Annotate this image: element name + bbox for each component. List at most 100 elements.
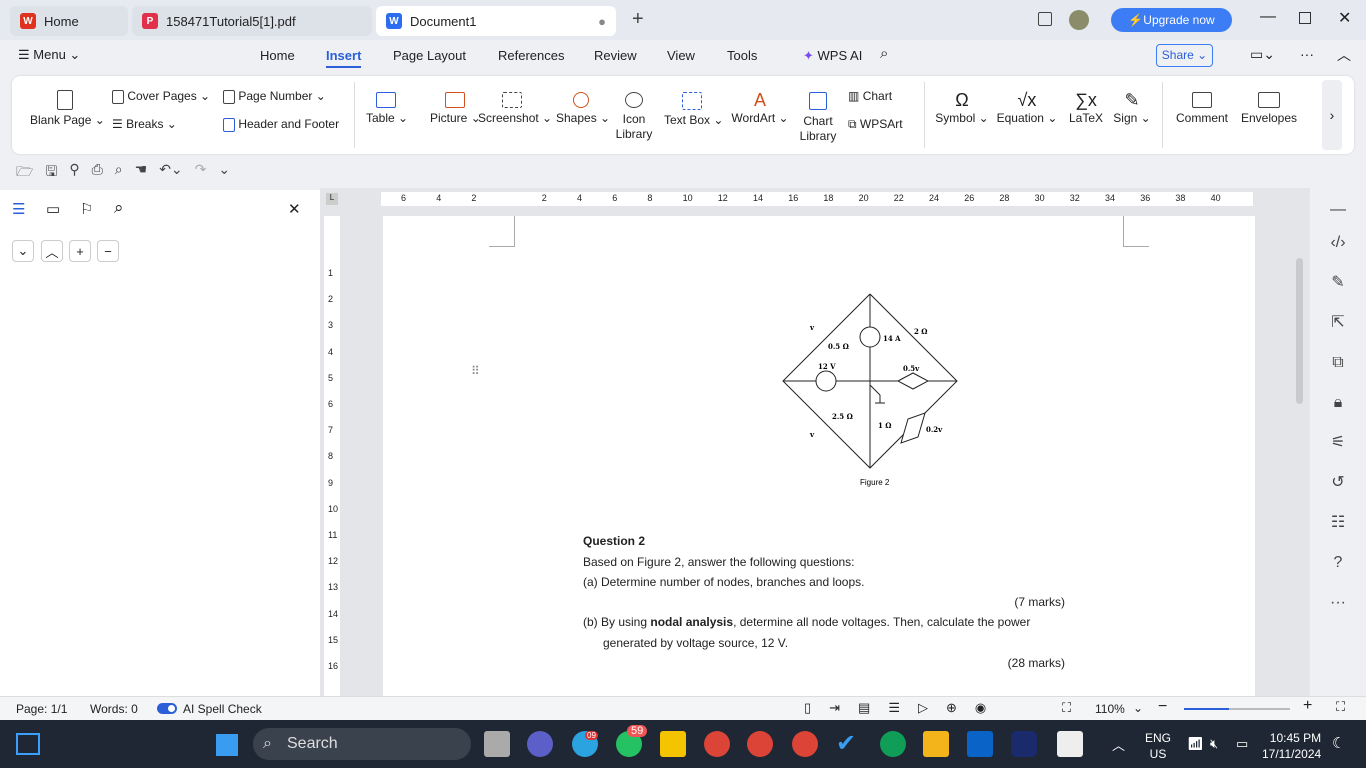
chrome-icon[interactable] — [747, 731, 773, 757]
maximize-button[interactable] — [1299, 12, 1311, 24]
tab-review[interactable]: Review — [594, 48, 637, 63]
copy-icon[interactable]: ⧉ — [1328, 353, 1348, 373]
table-button[interactable]: Table ⌄ — [366, 92, 408, 125]
close-pane-icon[interactable]: ✕ — [288, 200, 301, 218]
search-icon[interactable]: ⌕ — [880, 45, 888, 62]
tab-references[interactable]: References — [498, 48, 564, 63]
collapse-ribbon-icon[interactable]: ︿ — [1337, 45, 1351, 65]
hand-icon[interactable]: ☚ — [135, 161, 148, 183]
ai-spell-check-toggle[interactable] — [157, 703, 177, 714]
outlook-icon[interactable] — [967, 731, 993, 757]
tab-document1[interactable]: W Document1 ● — [376, 6, 616, 36]
bookmark-icon[interactable]: ⚐ — [80, 200, 93, 218]
picture-button[interactable]: Picture ⌄ — [430, 92, 481, 125]
latex-button[interactable]: ∑x LaTeX — [1066, 90, 1106, 125]
expand-down-button[interactable]: ⌄ — [12, 240, 34, 262]
open-icon[interactable]: 🗁 — [16, 161, 33, 183]
print-icon[interactable]: ⎙ — [92, 161, 103, 183]
collapse-icon[interactable]: — — [1328, 200, 1348, 220]
chart-button[interactable]: ▥ Chart — [848, 89, 892, 103]
vertical-scrollbar[interactable] — [1296, 258, 1303, 404]
zoom-level[interactable]: 110% — [1095, 702, 1125, 716]
focus-moon-icon[interactable]: ☾ — [1332, 734, 1345, 752]
clock[interactable]: 10:45 PM 17/11/2024 — [1262, 730, 1321, 762]
tab-pdf[interactable]: P 158471Tutorial5[1].pdf — [132, 6, 372, 36]
tab-view[interactable]: View — [667, 48, 695, 63]
chrome-icon[interactable] — [880, 731, 906, 757]
code-icon[interactable]: ‹/› — [1328, 233, 1348, 253]
page-number-button[interactable]: Page Number ⌄ — [223, 89, 326, 104]
avatar[interactable] — [1069, 10, 1089, 30]
new-tab-button[interactable]: + — [632, 8, 644, 31]
cover-pages-button[interactable]: Cover Pages ⌄ — [112, 89, 210, 104]
tab-tools[interactable]: Tools — [727, 48, 757, 63]
fit-icon[interactable]: ⛶ — [1062, 700, 1071, 716]
minimize-button[interactable]: — — [1260, 8, 1276, 26]
chart-library-button[interactable]: Chart Library — [798, 92, 838, 144]
wps-writer-taskbar-icon[interactable] — [1057, 731, 1083, 757]
chrome-icon[interactable] — [792, 731, 818, 757]
customize-icon[interactable]: ⌄ — [218, 161, 230, 183]
comment-menu-icon[interactable]: ▭⌄ — [1250, 46, 1275, 63]
icon-library-button[interactable]: Icon Library — [614, 92, 654, 142]
zoom-dropdown-icon[interactable]: ⌄ — [1133, 701, 1143, 715]
widgets-icon[interactable] — [16, 733, 40, 755]
outline-icon[interactable]: ☰ — [12, 200, 25, 218]
chrome-icon[interactable] — [704, 731, 730, 757]
header-footer-button[interactable]: Header and Footer — [223, 117, 339, 132]
wps-ai-button[interactable]: ✦ WPS AI — [803, 48, 862, 64]
more-icon[interactable]: ··· — [1300, 46, 1314, 62]
taskbar-search[interactable]: ⌕ Search — [253, 728, 471, 760]
battery-icon[interactable]: ▭ — [1236, 736, 1248, 752]
vertical-ruler[interactable]: 1 2 3 4 5 6 7 8 9 10 11 12 13 14 15 16 — [324, 216, 340, 696]
tab-page-layout[interactable]: Page Layout — [393, 48, 466, 63]
search-icon[interactable]: ⌕ — [114, 198, 124, 218]
zoom-out-button[interactable]: − — [1158, 698, 1167, 716]
task-view-icon[interactable] — [484, 731, 510, 757]
meet-icon[interactable] — [527, 731, 553, 757]
file-explorer-icon[interactable] — [923, 731, 949, 757]
screenshot-button[interactable]: Screenshot ⌄ — [478, 92, 552, 125]
edit-icon[interactable]: ✎ — [1328, 273, 1348, 293]
horizontal-ruler[interactable]: 6 4 2 2 4 6 8 10 12 14 16 18 20 22 24 26 28 30 32 34 36 38 40 — [381, 192, 1253, 206]
add-heading-button[interactable]: + — [69, 240, 91, 262]
volume-muted-icon[interactable]: 🔇︎ — [1210, 736, 1218, 752]
show-hidden-icons[interactable]: ︿ — [1112, 735, 1125, 754]
pages-icon[interactable]: ▭ — [46, 200, 60, 218]
zoom-slider[interactable] — [1184, 708, 1290, 710]
equation-button[interactable]: √x Equation ⌄ — [996, 90, 1058, 125]
more-icon[interactable]: ··· — [1328, 593, 1348, 613]
fullscreen-icon[interactable]: ⛶ — [1336, 699, 1345, 715]
window-switch-icon[interactable] — [1038, 12, 1052, 26]
zoom-in-button[interactable]: + — [1303, 697, 1312, 715]
link-icon[interactable]: ⚲ — [69, 161, 79, 183]
share-button[interactable]: Share ⌄ — [1156, 44, 1213, 67]
help-icon[interactable]: ? — [1328, 553, 1348, 573]
windows-start-icon[interactable] — [216, 734, 238, 756]
blank-page-button[interactable]: Blank Page ⌄ — [30, 90, 105, 127]
tab-insert[interactable]: Insert — [326, 48, 362, 68]
remove-heading-button[interactable]: − — [97, 240, 119, 262]
wps-taskbar-icon[interactable] — [1011, 731, 1037, 757]
print-preview-icon[interactable]: ⌕ — [115, 161, 123, 183]
lock-icon[interactable]: 🔒︎ — [1328, 393, 1348, 413]
tab-home[interactable]: W Home — [10, 6, 128, 36]
breaks-button[interactable]: ☰ Breaks ⌄ — [112, 117, 177, 131]
tab-stop-selector[interactable]: L — [326, 193, 338, 205]
drag-handle-icon[interactable]: ⠿ — [471, 364, 480, 378]
view-mode-icons[interactable]: ▯⇥▤☰▷⊕◉ — [804, 700, 1004, 716]
menu-button[interactable]: ☰ Menu ⌄ — [18, 47, 80, 63]
outline-list-icon[interactable]: ☷ — [1328, 513, 1348, 533]
collapse-up-button[interactable]: ︿ — [41, 240, 63, 262]
shapes-button[interactable]: Shapes ⌄ — [556, 92, 610, 125]
comment-button[interactable]: Comment — [1172, 92, 1232, 125]
wordart-button[interactable]: A WordArt ⌄ — [730, 90, 790, 125]
todo-icon[interactable]: ✔ — [836, 731, 862, 757]
close-button[interactable]: ✕ — [1338, 8, 1351, 28]
undo-icon[interactable]: ↶⌄ — [159, 161, 182, 183]
redo-icon[interactable]: ↷ — [195, 161, 207, 183]
history-icon[interactable]: ↺ — [1328, 473, 1348, 493]
sign-button[interactable]: ✎ Sign ⌄ — [1112, 90, 1152, 125]
text-box-button[interactable]: Text Box ⌄ — [664, 92, 723, 127]
symbol-button[interactable]: Ω Symbol ⌄ — [934, 90, 990, 125]
